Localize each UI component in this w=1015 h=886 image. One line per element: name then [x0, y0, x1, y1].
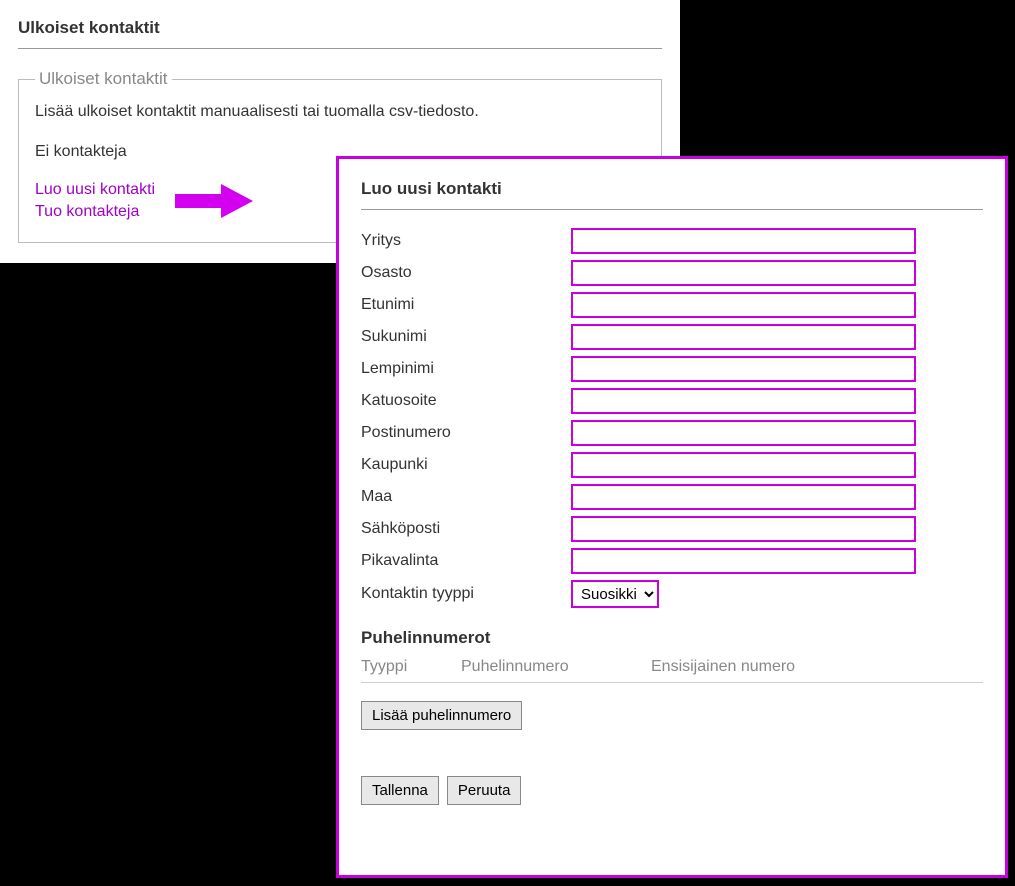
- field-row-company: Yritys: [361, 228, 983, 254]
- country-label: Maa: [361, 488, 571, 506]
- create-contact-title: Luo uusi kontakti: [361, 179, 983, 199]
- help-text: Lisää ulkoiset kontaktit manuaalisesti t…: [35, 103, 645, 121]
- phone-col-number: Puhelinnumero: [461, 658, 621, 676]
- phone-col-primary: Ensisijainen numero: [651, 658, 851, 676]
- links-group: Luo uusi kontakti Tuo kontakteja: [35, 179, 155, 224]
- postalcode-input[interactable]: [571, 420, 916, 446]
- email-label: Sähköposti: [361, 520, 571, 538]
- street-input[interactable]: [571, 388, 916, 414]
- phone-headers: Tyyppi Puhelinnumero Ensisijainen numero: [361, 658, 983, 683]
- divider: [361, 209, 983, 210]
- nickname-input[interactable]: [571, 356, 916, 382]
- lastname-label: Sukunimi: [361, 328, 571, 346]
- email-input[interactable]: [571, 516, 916, 542]
- field-row-department: Osasto: [361, 260, 983, 286]
- street-label: Katuosoite: [361, 392, 571, 410]
- field-row-contact-type: Kontaktin tyyppi Suosikki: [361, 580, 983, 608]
- create-contact-panel: Luo uusi kontakti Yritys Osasto Etunimi …: [336, 156, 1008, 878]
- import-contacts-link[interactable]: Tuo kontakteja: [35, 201, 155, 223]
- save-button[interactable]: Tallenna: [361, 776, 439, 805]
- company-label: Yritys: [361, 232, 571, 250]
- city-label: Kaupunki: [361, 456, 571, 474]
- page-title: Ulkoiset kontaktit: [18, 18, 662, 38]
- field-row-city: Kaupunki: [361, 452, 983, 478]
- speeddial-input[interactable]: [571, 548, 916, 574]
- firstname-input[interactable]: [571, 292, 916, 318]
- create-contact-link[interactable]: Luo uusi kontakti: [35, 179, 155, 201]
- arrow-right-icon: [175, 184, 253, 218]
- field-row-firstname: Etunimi: [361, 292, 983, 318]
- field-row-postalcode: Postinumero: [361, 420, 983, 446]
- divider: [18, 48, 662, 49]
- company-input[interactable]: [571, 228, 916, 254]
- field-row-country: Maa: [361, 484, 983, 510]
- nickname-label: Lempinimi: [361, 360, 571, 378]
- field-row-speeddial: Pikavalinta: [361, 548, 983, 574]
- department-input[interactable]: [571, 260, 916, 286]
- lastname-input[interactable]: [571, 324, 916, 350]
- action-buttons: Tallenna Peruuta: [361, 776, 983, 805]
- speeddial-label: Pikavalinta: [361, 552, 571, 570]
- contact-type-label: Kontaktin tyyppi: [361, 585, 571, 603]
- phone-col-type: Tyyppi: [361, 658, 431, 676]
- city-input[interactable]: [571, 452, 916, 478]
- field-row-street: Katuosoite: [361, 388, 983, 414]
- postalcode-label: Postinumero: [361, 424, 571, 442]
- field-row-email: Sähköposti: [361, 516, 983, 542]
- field-row-nickname: Lempinimi: [361, 356, 983, 382]
- fieldset-legend: Ulkoiset kontaktit: [35, 69, 172, 89]
- add-phone-button[interactable]: Lisää puhelinnumero: [361, 701, 522, 730]
- cancel-button[interactable]: Peruuta: [447, 776, 522, 805]
- country-input[interactable]: [571, 484, 916, 510]
- field-row-lastname: Sukunimi: [361, 324, 983, 350]
- phone-heading: Puhelinnumerot: [361, 628, 983, 648]
- firstname-label: Etunimi: [361, 296, 571, 314]
- department-label: Osasto: [361, 264, 571, 282]
- contact-type-select[interactable]: Suosikki: [571, 580, 659, 608]
- phone-section: Puhelinnumerot Tyyppi Puhelinnumero Ensi…: [361, 628, 983, 730]
